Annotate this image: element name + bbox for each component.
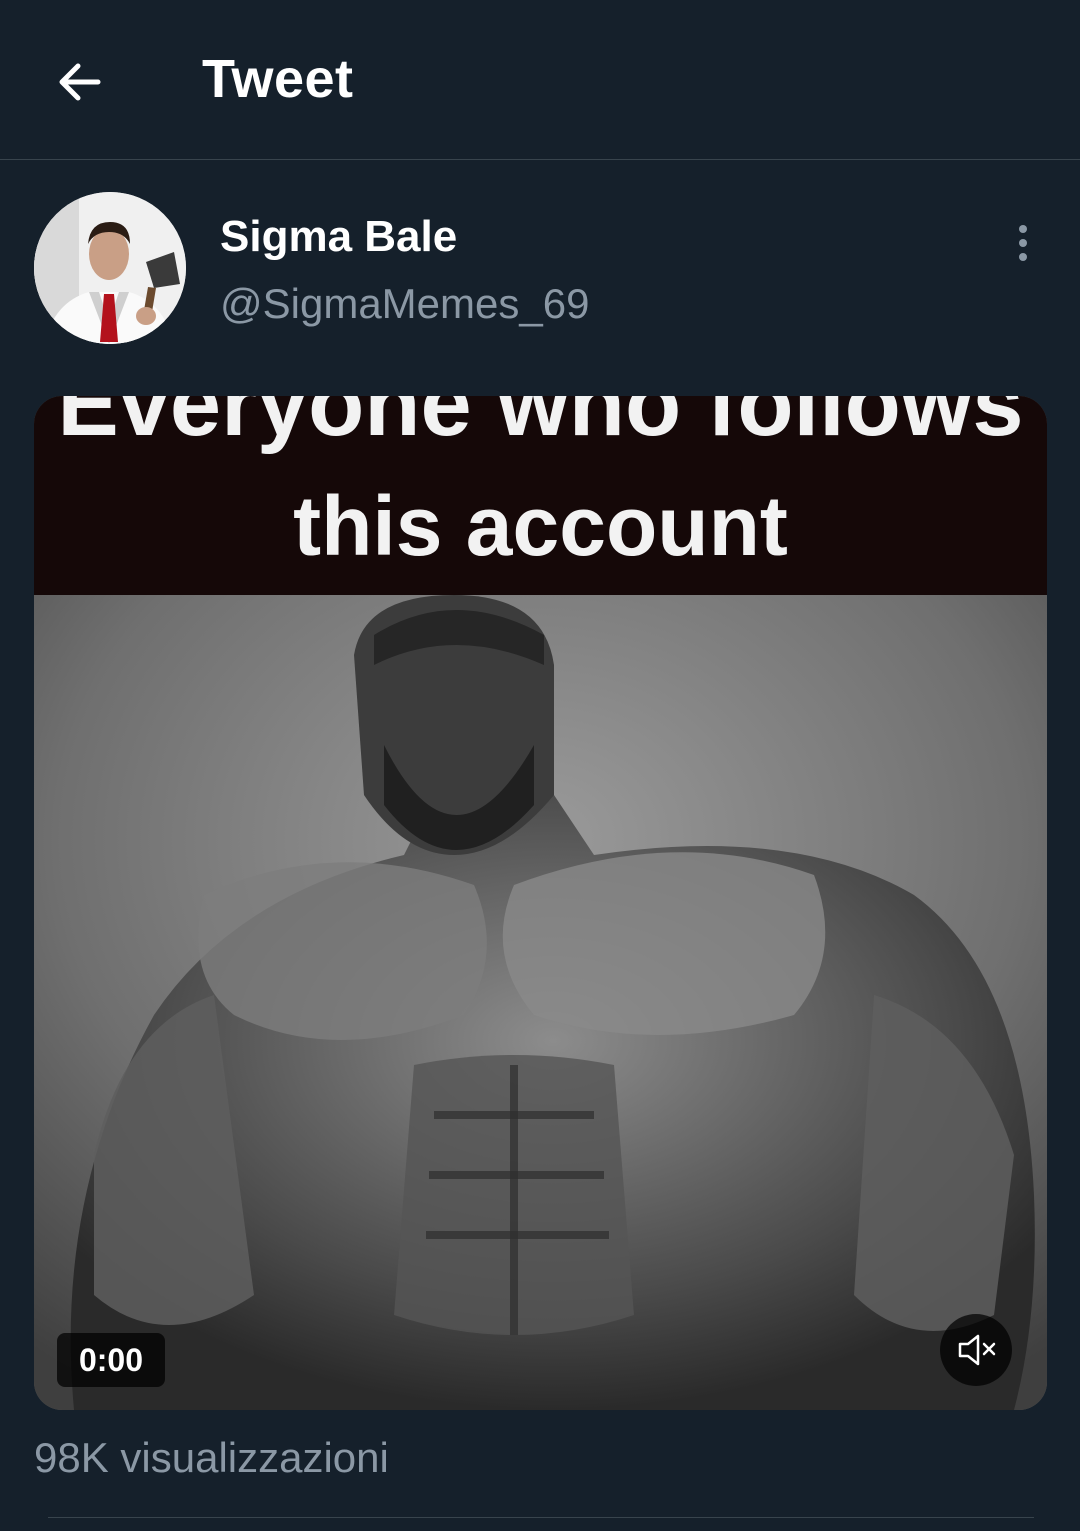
volume-muted-icon: [958, 1334, 996, 1366]
video-caption-band: Everyone who follows this account: [34, 396, 1047, 595]
video-caption-line-1: Everyone who follows: [57, 396, 1024, 455]
arrow-left-icon: [59, 63, 101, 101]
more-vertical-icon: [1019, 225, 1027, 261]
video-frame-image: [34, 595, 1047, 1410]
avatar[interactable]: [34, 192, 186, 344]
author-handle[interactable]: @SigmaMemes_69: [220, 280, 589, 328]
tweet-author: Sigma Bale @SigmaMemes_69: [0, 160, 1080, 390]
mute-button[interactable]: [940, 1314, 1012, 1386]
divider: [48, 1517, 1034, 1518]
more-options-button[interactable]: [990, 210, 1056, 276]
avatar-photo: [34, 192, 186, 344]
video-time-badge: 0:00: [57, 1333, 165, 1387]
video-caption-line-2: this account: [293, 479, 788, 573]
tweet-video[interactable]: Everyone who follows this account 0:00: [34, 396, 1047, 1410]
view-count: 98K visualizzazioni: [34, 1434, 389, 1481]
back-button[interactable]: [42, 44, 118, 120]
page-title: Tweet: [202, 49, 354, 109]
author-display-name[interactable]: Sigma Bale: [220, 212, 457, 262]
top-bar: Tweet: [0, 0, 1080, 160]
